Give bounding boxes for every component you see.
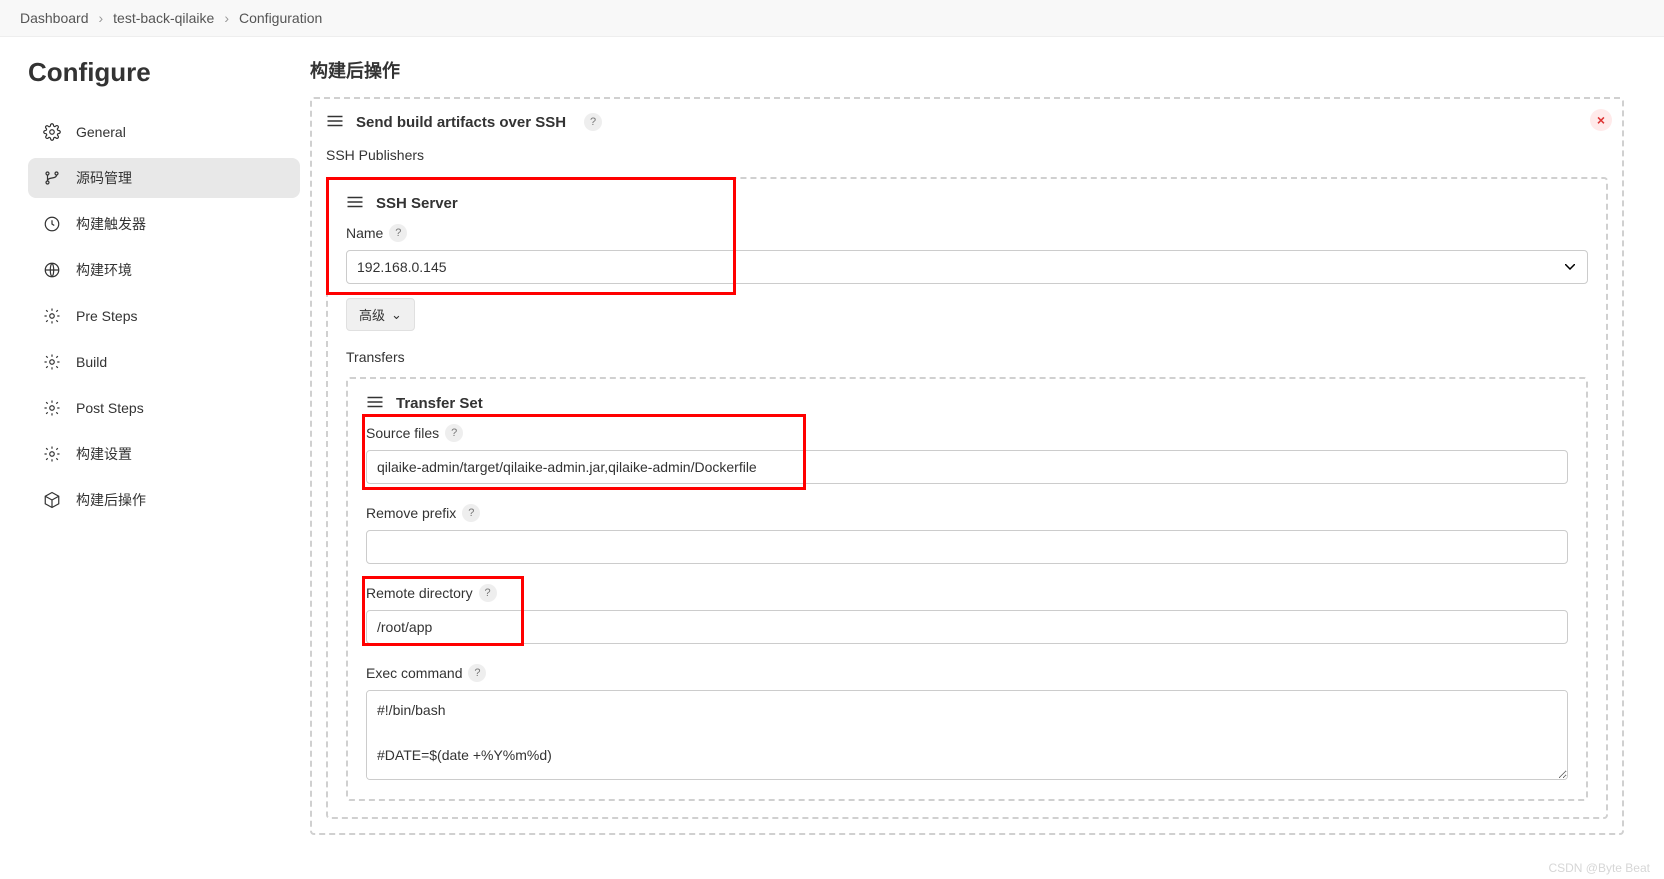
- sidebar-item-label: 构建触发器: [76, 214, 146, 234]
- remove-prefix-input[interactable]: [366, 530, 1568, 564]
- sidebar-item-label: 构建后操作: [76, 490, 146, 510]
- ssh-artifacts-block: × Send build artifacts over SSH ? SSH Pu…: [310, 97, 1624, 835]
- transfers-label: Transfers: [346, 349, 1588, 365]
- help-icon[interactable]: ?: [468, 664, 486, 682]
- ssh-server-block: SSH Server Name ? 192.168.0.145 高级 ⌄ Tra…: [326, 177, 1608, 819]
- watermark: CSDN @Byte Beat: [1548, 861, 1650, 875]
- crumb-dashboard[interactable]: Dashboard: [20, 10, 89, 26]
- name-label: Name ?: [346, 224, 1588, 242]
- sidebar-item-label: 源码管理: [76, 168, 132, 188]
- sidebar-item-poststeps[interactable]: Post Steps: [28, 388, 300, 428]
- box-icon: [42, 490, 62, 510]
- chevron-down-icon: ⌄: [391, 307, 402, 323]
- help-icon[interactable]: ?: [584, 113, 602, 131]
- sidebar-item-scm[interactable]: 源码管理: [28, 158, 300, 198]
- remote-directory-label: Remote directory ?: [366, 584, 1568, 602]
- sidebar-item-label: 构建环境: [76, 260, 132, 280]
- gear-icon: [42, 444, 62, 464]
- source-files-label: Source files ?: [366, 424, 1568, 442]
- sidebar-item-label: General: [76, 124, 126, 140]
- sidebar-item-label: Build: [76, 354, 107, 370]
- sidebar-item-general[interactable]: General: [28, 112, 300, 152]
- sidebar: Configure General 源码管理 构建触发器 构建环境 Pre St…: [0, 37, 310, 855]
- help-icon[interactable]: ?: [462, 504, 480, 522]
- remove-prefix-label: Remove prefix ?: [366, 504, 1568, 522]
- clock-icon: [42, 214, 62, 234]
- help-icon[interactable]: ?: [389, 224, 407, 242]
- ssh-server-name-select[interactable]: 192.168.0.145: [346, 250, 1588, 284]
- exec-command-textarea[interactable]: [366, 690, 1568, 780]
- breadcrumb: Dashboard › test-back-qilaike › Configur…: [0, 0, 1664, 37]
- page-title: Configure: [28, 57, 300, 88]
- sidebar-item-label: 构建设置: [76, 444, 132, 464]
- sidebar-item-label: Post Steps: [76, 400, 144, 416]
- artifacts-title: Send build artifacts over SSH: [356, 114, 566, 131]
- exec-command-label: Exec command ?: [366, 664, 1568, 682]
- help-icon[interactable]: ?: [445, 424, 463, 442]
- transfer-set-title: Transfer Set: [396, 395, 483, 412]
- sidebar-item-build[interactable]: Build: [28, 342, 300, 382]
- ssh-server-title: SSH Server: [376, 195, 458, 212]
- ssh-publishers-label: SSH Publishers: [326, 147, 1608, 163]
- close-icon[interactable]: ×: [1590, 109, 1612, 131]
- sidebar-item-postbuild[interactable]: 构建后操作: [28, 480, 300, 520]
- remote-directory-input[interactable]: [366, 610, 1568, 644]
- menu-icon[interactable]: [346, 195, 364, 212]
- chevron-right-icon: ›: [99, 10, 104, 26]
- crumb-configuration[interactable]: Configuration: [239, 10, 322, 26]
- gear-icon: [42, 122, 62, 142]
- sidebar-item-settings[interactable]: 构建设置: [28, 434, 300, 474]
- gear-icon: [42, 398, 62, 418]
- sidebar-item-triggers[interactable]: 构建触发器: [28, 204, 300, 244]
- globe-icon: [42, 260, 62, 280]
- menu-icon[interactable]: [326, 114, 344, 131]
- branch-icon: [42, 168, 62, 188]
- gear-icon: [42, 306, 62, 326]
- section-title-postbuild: 构建后操作: [310, 57, 1624, 83]
- sidebar-item-presteps[interactable]: Pre Steps: [28, 296, 300, 336]
- sidebar-item-label: Pre Steps: [76, 308, 137, 324]
- gear-icon: [42, 352, 62, 372]
- help-icon[interactable]: ?: [479, 584, 497, 602]
- source-files-input[interactable]: [366, 450, 1568, 484]
- transfer-set-block: Transfer Set Source files ? Remove prefi…: [346, 377, 1588, 801]
- sidebar-item-env[interactable]: 构建环境: [28, 250, 300, 290]
- advanced-button[interactable]: 高级 ⌄: [346, 298, 415, 331]
- main-content: 构建后操作 × Send build artifacts over SSH ? …: [310, 37, 1664, 855]
- crumb-project[interactable]: test-back-qilaike: [113, 10, 214, 26]
- chevron-right-icon: ›: [224, 10, 229, 26]
- menu-icon[interactable]: [366, 395, 384, 412]
